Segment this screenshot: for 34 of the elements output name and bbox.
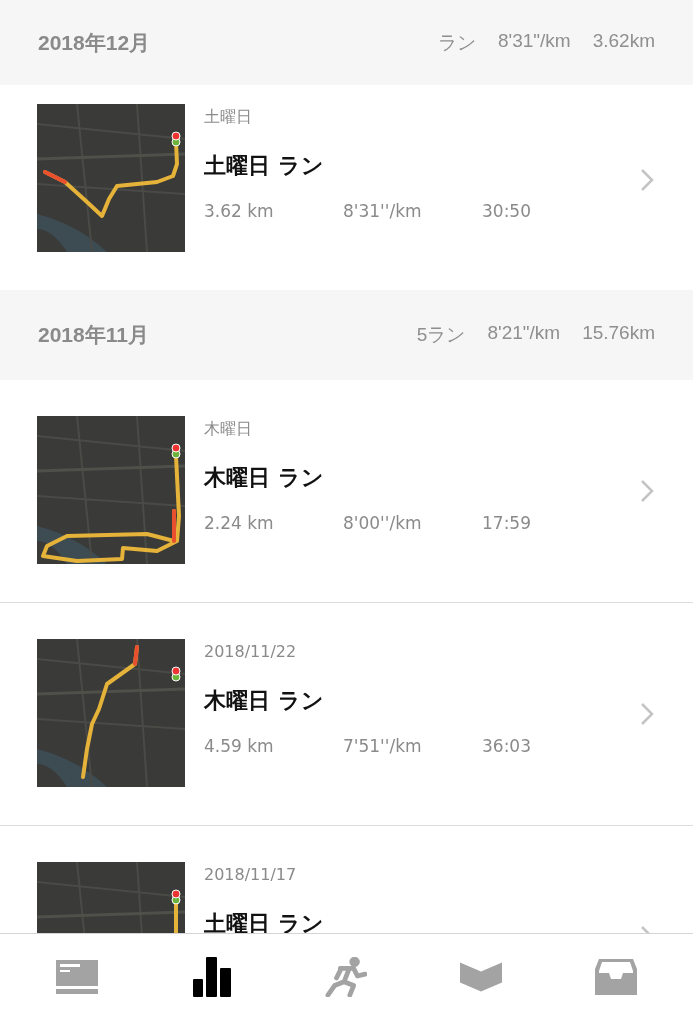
- chevron-icon: [640, 479, 654, 503]
- run-date: 2018/11/17: [204, 864, 297, 886]
- month-summary: 8'21"/km: [487, 322, 561, 345]
- run-title: 土曜日 ラン: [204, 154, 324, 178]
- run-pace: 7'51''/km: [343, 736, 423, 756]
- month-title: 2018年11月: [38, 322, 149, 348]
- month-summary: 5ラン: [416, 323, 466, 347]
- run-distance: 3.62 km: [204, 201, 275, 221]
- run-date: 木曜日: [204, 418, 252, 440]
- run-pace: 8'31''/km: [343, 201, 423, 221]
- chevron-icon: [640, 702, 654, 726]
- run-time: 17:59: [482, 513, 532, 533]
- inbox-icon: [594, 957, 637, 997]
- run-item[interactable]: 木曜日 木曜日 ラン 2.24 km 8'00''/km 17:59: [0, 380, 693, 603]
- feed-icon: [56, 957, 99, 997]
- run-title: 木曜日 ラン: [204, 466, 324, 490]
- month-summary: 8'31"/km: [498, 29, 571, 53]
- bar-chart-icon: [190, 957, 233, 997]
- month-summary: ラン: [438, 30, 476, 55]
- run-item[interactable]: 土曜日 土曜日 ラン 3.62 km 8'31''/km 30:50: [0, 85, 693, 290]
- run-item[interactable]: 2018/11/22 木曜日 ラン 4.59 km 7'51''/km 36:03: [0, 603, 693, 826]
- run-title: 木曜日 ラン: [204, 689, 324, 713]
- run-time: 30:50: [482, 201, 532, 221]
- run-date: 2018/11/22: [204, 641, 297, 663]
- run-date: 土曜日: [204, 106, 252, 128]
- run-distance: 2.24 km: [204, 513, 275, 533]
- month-summary: 15.76km: [582, 322, 655, 345]
- runner-icon: [325, 957, 368, 997]
- run-distance: 4.59 km: [204, 736, 275, 756]
- month-summary: 3.62km: [592, 29, 655, 53]
- run-time: 36:03: [482, 736, 532, 756]
- chevron-icon: [640, 167, 654, 192]
- run-pace: 8'00''/km: [343, 513, 423, 533]
- month-title: 2018年12月: [38, 29, 151, 56]
